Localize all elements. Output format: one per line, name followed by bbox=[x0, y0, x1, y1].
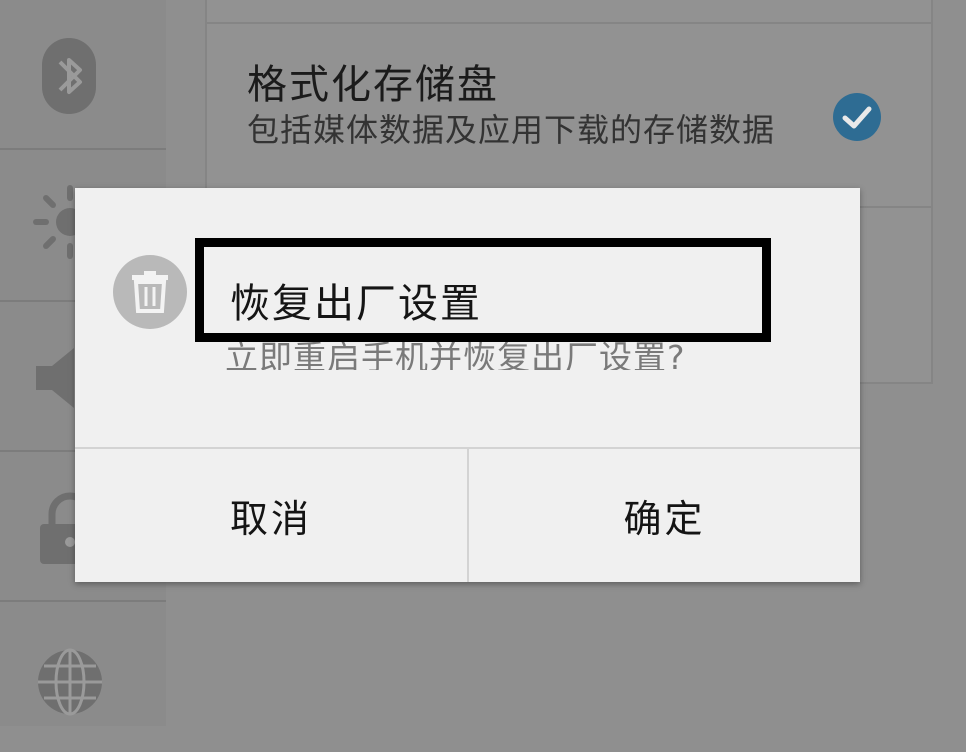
trash-icon bbox=[132, 271, 168, 313]
dialog-title-highlight: 恢复出厂设置 bbox=[195, 238, 771, 342]
trash-icon-badge bbox=[113, 255, 187, 329]
dialog-body: 立即重启手机并恢复出厂设置? 恢复出厂设置 bbox=[75, 188, 860, 448]
dialog-button-bar: 取消 确定 bbox=[75, 447, 860, 582]
sidebar-item-language[interactable] bbox=[0, 602, 166, 752]
dialog-title: 恢复出厂设置 bbox=[230, 281, 482, 327]
globe-icon bbox=[38, 648, 102, 716]
setting-description: 包括媒体数据及应用下载的存储数据 bbox=[247, 111, 776, 149]
setting-title: 格式化存储盘 bbox=[247, 62, 499, 108]
checkmark-icon[interactable] bbox=[832, 92, 882, 142]
bluetooth-icon bbox=[42, 38, 96, 114]
format-storage-option[interactable]: 格式化存储盘 包括媒体数据及应用下载的存储数据 bbox=[207, 22, 931, 208]
sidebar-item-bluetooth[interactable] bbox=[0, 0, 166, 150]
factory-reset-dialog: 立即重启手机并恢复出厂设置? 恢复出厂设置 取消 确定 bbox=[75, 188, 860, 582]
confirm-button[interactable]: 确定 bbox=[467, 449, 860, 582]
cancel-button[interactable]: 取消 bbox=[75, 449, 467, 582]
